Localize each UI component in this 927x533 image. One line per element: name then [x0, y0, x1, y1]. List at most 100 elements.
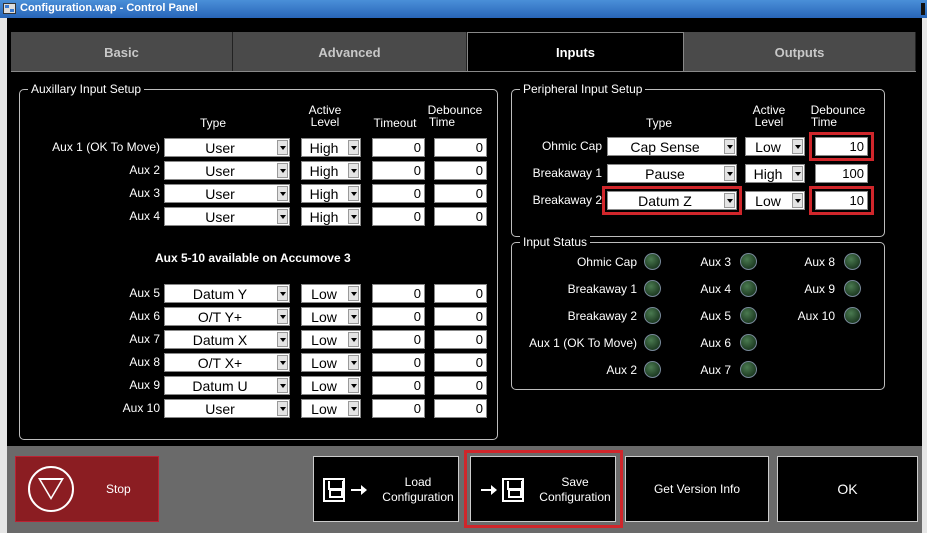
status-led-indicator [644, 361, 661, 378]
aux-debounce-field[interactable]: 0 [434, 330, 487, 349]
peripheral-level-select[interactable]: Low [745, 191, 805, 210]
status-label: Aux 6 [700, 336, 731, 350]
aux-level-select[interactable]: Low [301, 284, 361, 303]
aux-debounce-field[interactable]: 0 [434, 138, 487, 157]
aux-type-select[interactable]: User [164, 184, 290, 203]
aux-level-select[interactable]: High [301, 207, 361, 226]
aux-row-label: Aux 1 (OK To Move) [52, 140, 160, 154]
aux-type-select[interactable]: User [164, 399, 290, 418]
aux-timeout-field[interactable]: 0 [372, 307, 425, 326]
aux-level-select[interactable]: Low [301, 376, 361, 395]
aux-level-select[interactable]: Low [301, 307, 361, 326]
tab-outputs[interactable]: Outputs [684, 32, 916, 72]
chevron-down-icon[interactable] [277, 401, 288, 416]
chevron-down-icon[interactable] [277, 163, 288, 178]
chevron-down-icon[interactable] [348, 401, 359, 416]
aux-type-select[interactable]: User [164, 207, 290, 226]
chevron-down-icon[interactable] [724, 139, 735, 154]
aux-timeout-field[interactable]: 0 [372, 284, 425, 303]
status-label: Aux 8 [804, 255, 835, 269]
aux-level-select-value: Low [311, 332, 337, 348]
chevron-down-icon[interactable] [348, 186, 359, 201]
chevron-down-icon[interactable] [348, 209, 359, 224]
chevron-down-icon[interactable] [277, 355, 288, 370]
peripheral-debounce-field[interactable]: 100 [815, 164, 868, 183]
status-label: Breakaway 1 [567, 282, 637, 296]
aux-debounce-field[interactable]: 0 [434, 207, 487, 226]
aux-row-label: Aux 9 [129, 378, 160, 392]
aux-debounce-field[interactable]: 0 [434, 376, 487, 395]
stop-icon [28, 466, 74, 512]
peripheral-level-select[interactable]: High [745, 164, 805, 183]
stop-button[interactable]: Stop [15, 456, 159, 522]
tab-basic[interactable]: Basic [11, 32, 233, 72]
aux-timeout-field[interactable]: 0 [372, 399, 425, 418]
aux-debounce-field[interactable]: 0 [434, 353, 487, 372]
aux-timeout-field[interactable]: 0 [372, 161, 425, 180]
load-configuration-button[interactable]: Load Configuration [313, 456, 459, 522]
tab-inputs[interactable]: Inputs [467, 32, 684, 72]
chevron-down-icon[interactable] [277, 378, 288, 393]
tab-divider [11, 71, 916, 72]
aux-type-select[interactable]: User [164, 161, 290, 180]
aux-type-select[interactable]: User [164, 138, 290, 157]
aux-debounce-field[interactable]: 0 [434, 161, 487, 180]
aux-timeout-field[interactable]: 0 [372, 330, 425, 349]
aux-type-select[interactable]: Datum U [164, 376, 290, 395]
chevron-down-icon[interactable] [348, 378, 359, 393]
status-led-indicator [740, 334, 757, 351]
aux-level-select-value: Low [311, 286, 337, 302]
aux-group-legend: Auxillary Input Setup [28, 82, 145, 96]
aux-debounce-field[interactable]: 0 [434, 307, 487, 326]
aux-timeout-field[interactable]: 0 [372, 138, 425, 157]
chevron-down-icon[interactable] [348, 163, 359, 178]
chevron-down-icon[interactable] [792, 139, 803, 154]
chevron-down-icon[interactable] [348, 286, 359, 301]
chevron-down-icon[interactable] [277, 186, 288, 201]
aux-timeout-field[interactable]: 0 [372, 353, 425, 372]
chevron-down-icon[interactable] [348, 332, 359, 347]
ok-button[interactable]: OK [777, 456, 918, 522]
chevron-down-icon[interactable] [348, 140, 359, 155]
aux-level-select[interactable]: High [301, 138, 361, 157]
aux-timeout-field[interactable]: 0 [372, 207, 425, 226]
chevron-down-icon[interactable] [348, 355, 359, 370]
chevron-down-icon[interactable] [277, 209, 288, 224]
chevron-down-icon[interactable] [277, 286, 288, 301]
peripheral-level-select[interactable]: Low [745, 137, 805, 156]
aux-type-select[interactable]: Datum Y [164, 284, 290, 303]
status-led-indicator [740, 307, 757, 324]
aux-level-select[interactable]: Low [301, 353, 361, 372]
aux-type-select[interactable]: O/T Y+ [164, 307, 290, 326]
aux-debounce-field[interactable]: 0 [434, 284, 487, 303]
chevron-down-icon[interactable] [348, 309, 359, 324]
aux-timeout-field[interactable]: 0 [372, 184, 425, 203]
status-label: Aux 7 [700, 363, 731, 377]
aux-availability-note: Aux 5-10 available on Accumove 3 [155, 251, 351, 265]
tab-advanced[interactable]: Advanced [233, 32, 467, 72]
chevron-down-icon[interactable] [792, 166, 803, 181]
aux-type-select[interactable]: Datum X [164, 330, 290, 349]
aux-level-select[interactable]: High [301, 184, 361, 203]
chevron-down-icon[interactable] [277, 140, 288, 155]
save-highlight [464, 450, 623, 528]
titlebar-edge [921, 3, 925, 15]
aux-type-select[interactable]: O/T X+ [164, 353, 290, 372]
peripheral-type-select[interactable]: Pause [607, 164, 737, 183]
aux-level-select[interactable]: High [301, 161, 361, 180]
get-version-info-button[interactable]: Get Version Info [625, 456, 769, 522]
aux-level-select[interactable]: Low [301, 330, 361, 349]
chevron-down-icon[interactable] [724, 166, 735, 181]
aux-timeout-field[interactable]: 0 [372, 376, 425, 395]
aux-header-timeout: Timeout [373, 116, 417, 130]
chevron-down-icon[interactable] [277, 309, 288, 324]
chevron-down-icon[interactable] [277, 332, 288, 347]
title-bar: Configuration.wap - Control Panel [0, 0, 927, 18]
aux-debounce-field[interactable]: 0 [434, 399, 487, 418]
peripheral-type-select[interactable]: Cap Sense [607, 137, 737, 156]
aux-level-select[interactable]: Low [301, 399, 361, 418]
aux-debounce-field[interactable]: 0 [434, 184, 487, 203]
aux-row-label: Aux 7 [129, 332, 160, 346]
status-label: Aux 5 [700, 309, 731, 323]
chevron-down-icon[interactable] [792, 193, 803, 208]
